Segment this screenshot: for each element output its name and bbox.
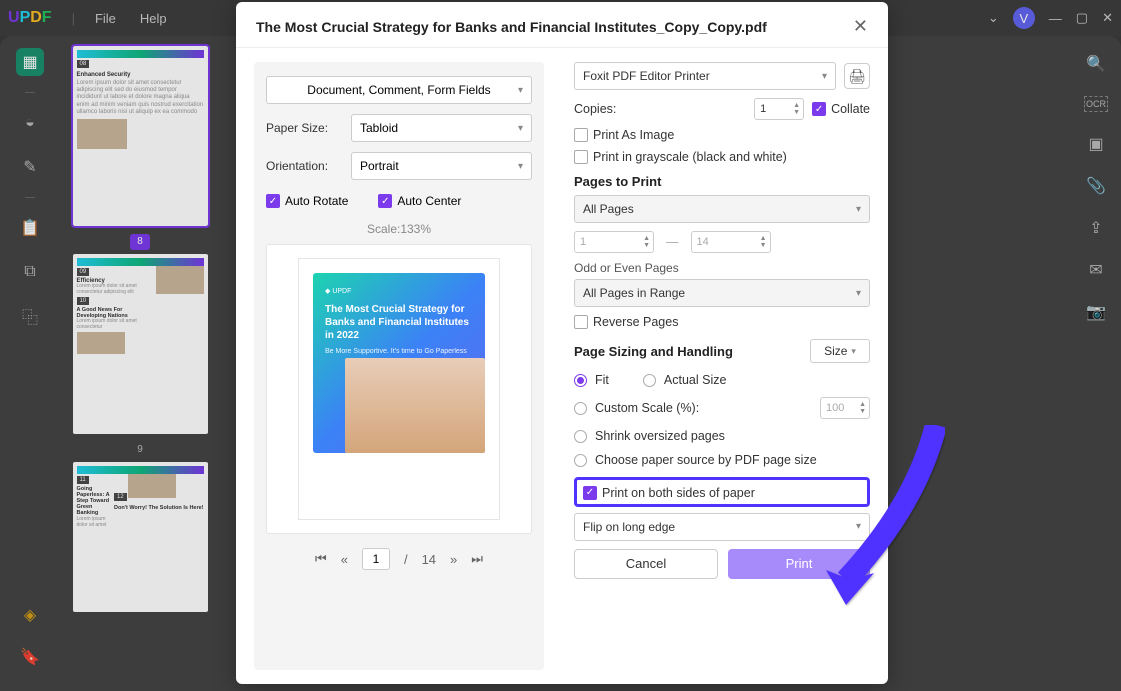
- printer-dropdown[interactable]: Foxit PDF Editor Printer: [574, 62, 836, 90]
- actual-size-radio[interactable]: [643, 374, 656, 387]
- printer-properties-icon[interactable]: 🖨: [844, 63, 870, 89]
- custom-scale-radio[interactable]: [574, 402, 587, 415]
- both-sides-highlight: ✓Print on both sides of paper: [574, 477, 870, 507]
- paper-size-label: Paper Size:: [266, 121, 351, 135]
- range-to-input[interactable]: 14▲▼: [691, 231, 771, 253]
- close-icon[interactable]: ✕: [853, 16, 868, 37]
- auto-rotate-checkbox[interactable]: ✓Auto Rotate: [266, 194, 348, 208]
- flip-dropdown[interactable]: Flip on long edge: [574, 513, 870, 541]
- print-left-column: Document, Comment, Form Fields Paper Siz…: [254, 62, 544, 670]
- prev-page-icon[interactable]: «: [341, 552, 348, 567]
- paper-size-dropdown[interactable]: Tabloid: [351, 114, 532, 142]
- range-from-input[interactable]: 1▲▼: [574, 231, 654, 253]
- odd-even-label: Odd or Even Pages: [574, 261, 870, 275]
- last-page-icon[interactable]: ⏭: [471, 551, 483, 567]
- custom-scale-input[interactable]: 100▲▼: [820, 397, 870, 419]
- shrink-radio[interactable]: [574, 430, 587, 443]
- print-grayscale-checkbox[interactable]: Print in grayscale (black and white): [574, 150, 787, 164]
- scale-label: Scale:133%: [266, 222, 532, 236]
- fit-radio[interactable]: [574, 374, 587, 387]
- copies-input[interactable]: 1▲▼: [754, 98, 804, 120]
- print-button[interactable]: Print: [728, 549, 870, 579]
- next-page-icon[interactable]: »: [450, 552, 457, 567]
- size-mode-button[interactable]: Size: [810, 339, 870, 363]
- first-page-icon[interactable]: ⏮: [315, 551, 327, 567]
- copies-label: Copies:: [574, 102, 616, 116]
- current-page-input[interactable]: [362, 548, 390, 570]
- dialog-title: The Most Crucial Strategy for Banks and …: [256, 19, 767, 35]
- reverse-pages-checkbox[interactable]: Reverse Pages: [574, 315, 678, 329]
- orientation-dropdown[interactable]: Portrait: [351, 152, 532, 180]
- pages-to-print-header: Pages to Print: [574, 174, 870, 189]
- collate-checkbox[interactable]: ✓Collate: [812, 102, 870, 116]
- print-preview: ◆ UPDF The Most Crucial Strategy for Ban…: [266, 244, 532, 534]
- odd-even-dropdown[interactable]: All Pages in Range: [574, 279, 870, 307]
- choose-source-radio[interactable]: [574, 454, 587, 467]
- print-right-column: Foxit PDF Editor Printer 🖨 Copies: 1▲▼ ✓…: [574, 62, 870, 670]
- both-sides-checkbox[interactable]: ✓Print on both sides of paper: [583, 486, 755, 500]
- preview-pager: ⏮ « / 14 » ⏭: [266, 548, 532, 570]
- print-dialog: The Most Crucial Strategy for Banks and …: [236, 2, 888, 684]
- print-what-dropdown[interactable]: Document, Comment, Form Fields: [266, 76, 532, 104]
- page-range-dropdown[interactable]: All Pages: [574, 195, 870, 223]
- cancel-button[interactable]: Cancel: [574, 549, 718, 579]
- page-sizing-header: Page Sizing and Handling: [574, 344, 733, 359]
- orientation-label: Orientation:: [266, 159, 351, 173]
- total-pages: 14: [422, 552, 436, 567]
- auto-center-checkbox[interactable]: ✓Auto Center: [378, 194, 461, 208]
- print-as-image-checkbox[interactable]: Print As Image: [574, 128, 674, 142]
